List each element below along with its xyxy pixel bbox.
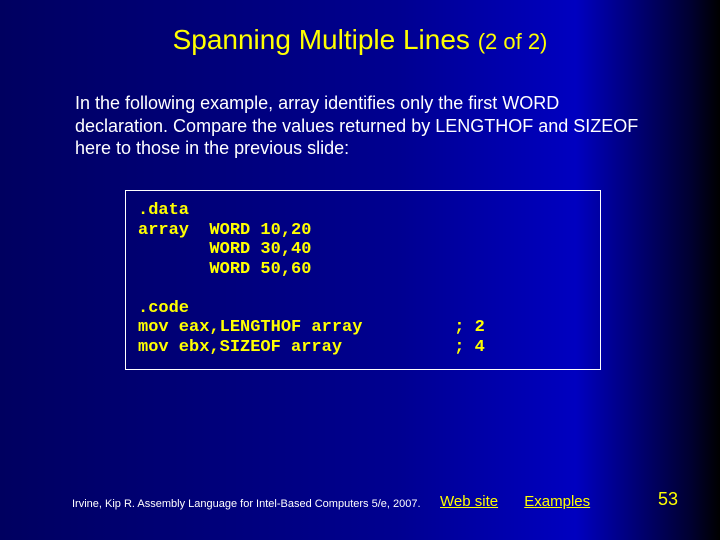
footer-citation: Irvine, Kip R. Assembly Language for Int… xyxy=(72,498,421,510)
code-block: .data array WORD 10,20 WORD 30,40 WORD 5… xyxy=(125,190,601,370)
slide-title: Spanning Multiple Lines (2 of 2) xyxy=(0,24,720,56)
footer-links: Web site Examples xyxy=(440,493,612,510)
website-link[interactable]: Web site xyxy=(440,493,498,510)
title-main: Spanning Multiple Lines xyxy=(173,24,478,55)
page-number: 53 xyxy=(658,489,678,510)
title-sub: (2 of 2) xyxy=(478,29,548,54)
examples-link[interactable]: Examples xyxy=(524,493,590,510)
body-paragraph: In the following example, array identifi… xyxy=(75,92,655,160)
